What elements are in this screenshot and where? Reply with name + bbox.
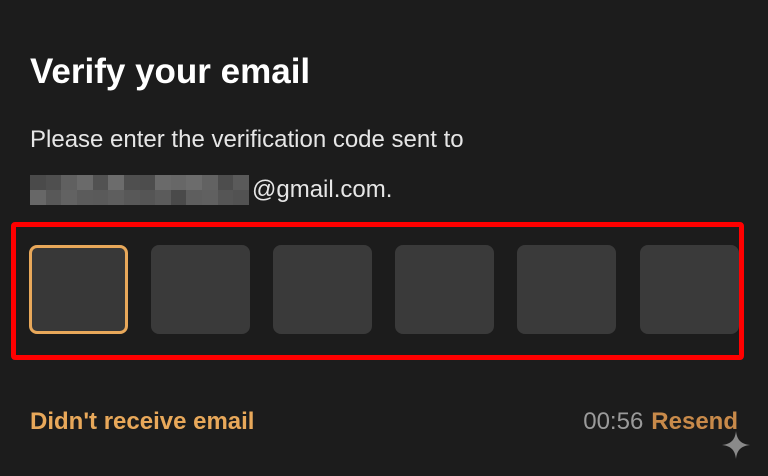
instruction-text: Please enter the verification code sent … (30, 126, 464, 153)
verify-email-screen: Verify your email Please enter the verif… (0, 0, 768, 476)
code-digit-5[interactable] (517, 245, 616, 334)
page-title: Verify your email (30, 52, 311, 91)
code-digit-6[interactable] (640, 245, 739, 334)
code-digit-3[interactable] (273, 245, 372, 334)
resend-timer: 00:56 (583, 408, 644, 435)
code-digit-2[interactable] (151, 245, 250, 334)
verification-code-input[interactable] (29, 245, 739, 334)
resend-area: 00:56 Resend (583, 405, 738, 439)
email-domain: @gmail.com. (252, 176, 393, 203)
code-digit-4[interactable] (395, 245, 494, 334)
didnt-receive-email-link[interactable]: Didn't receive email (30, 405, 254, 439)
code-digit-1[interactable] (29, 245, 128, 334)
redacted-email-username (30, 175, 249, 205)
sparkle-icon (722, 431, 750, 459)
email-address: @gmail.com. (30, 173, 392, 207)
